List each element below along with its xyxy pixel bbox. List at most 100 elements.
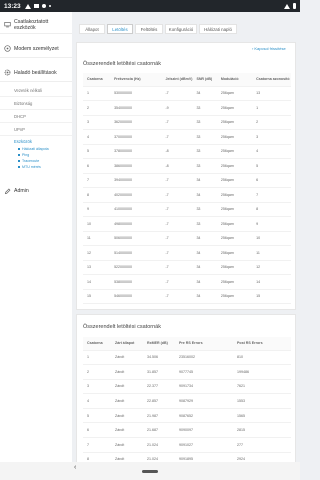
table-cell: 7 bbox=[83, 173, 111, 188]
column-header: Moduláció bbox=[216, 73, 253, 87]
tab-configuration[interactable]: Konfiguráció bbox=[165, 24, 197, 34]
table-cell: Zárolt bbox=[111, 408, 143, 424]
table-cell: 11 bbox=[83, 231, 111, 246]
table-row: 1 530000000 -7 34 256qam 13 bbox=[83, 86, 291, 101]
pencil-icon bbox=[4, 188, 11, 195]
column-header: Pre RS Errors bbox=[175, 337, 233, 351]
table-cell: 6 bbox=[252, 173, 291, 188]
sidebar-sub-wireless[interactable]: Vezeték nélküli bbox=[0, 84, 72, 97]
table-cell: 256qam bbox=[216, 202, 253, 217]
table-cell: 22.377 bbox=[143, 379, 175, 395]
sidebar-item-modem[interactable]: Modem személyzet bbox=[0, 40, 72, 58]
table-cell: 498000000 bbox=[110, 216, 162, 232]
tab-upstream[interactable]: Feltöltés bbox=[135, 24, 163, 34]
table-cell: 256qam bbox=[216, 260, 253, 275]
table-cell: 256qam bbox=[216, 216, 253, 232]
table-cell: 12 bbox=[252, 260, 291, 275]
table-cell: -7 bbox=[161, 231, 193, 246]
home-pill[interactable] bbox=[142, 469, 158, 473]
sidebar-sub-upnp[interactable]: UPnP bbox=[0, 123, 72, 136]
notification-icon bbox=[24, 3, 31, 9]
battery-icon bbox=[293, 3, 296, 9]
tab-status[interactable]: Állapot bbox=[79, 24, 105, 34]
modem-icon bbox=[4, 45, 11, 52]
table-cell: 7 bbox=[252, 187, 291, 203]
table-row: 3 Zárolt 22.377 9091734 7621 bbox=[83, 379, 291, 395]
sidebar-sub-tools[interactable]: Eszközök bbox=[0, 136, 72, 146]
table-cell: -7 bbox=[161, 86, 193, 101]
table-row: 15 546000000 -7 34 256qam 15 bbox=[83, 289, 291, 304]
downstream-panel: › Kapcsol frissítése Összerendelt letölt… bbox=[76, 42, 296, 310]
tab-network-log[interactable]: Hálózati napló bbox=[199, 24, 237, 34]
table-cell: 354000000 bbox=[110, 100, 162, 116]
table-cell: -7 bbox=[161, 289, 193, 304]
downstream-table: Csatorna Frekvencia (Hz) Jelszint (dBmV) SN… bbox=[83, 73, 291, 304]
bullet-icon bbox=[18, 154, 20, 156]
table-cell: 1553 bbox=[233, 393, 291, 409]
table-cell: 530000000 bbox=[110, 86, 162, 101]
sidebar-tool-label: Traceroute bbox=[22, 159, 40, 163]
table-cell: -7 bbox=[161, 115, 193, 130]
table-cell: 9090097 bbox=[175, 422, 233, 439]
android-nav-bar: ‹ bbox=[0, 462, 300, 480]
refresh-link-label: Kapcsol frissítése bbox=[254, 46, 286, 51]
table-cell: 4 bbox=[83, 393, 111, 409]
table-row: 12 514000000 -7 34 256qam 11 bbox=[83, 245, 291, 261]
table-cell: 256qam bbox=[216, 245, 253, 261]
main-content: Állapot Letöltés Feltöltés Konfiguráció … bbox=[73, 12, 300, 480]
table-row: 6 386000000 -8 33 256qam 5 bbox=[83, 158, 291, 174]
table-cell: -7 bbox=[161, 187, 193, 203]
table-cell: 31.857 bbox=[143, 364, 175, 380]
table-cell: 9087652 bbox=[175, 408, 233, 424]
back-icon[interactable]: ‹ bbox=[74, 464, 76, 471]
table-cell: 12 bbox=[83, 245, 111, 261]
table-cell: 34 bbox=[192, 86, 217, 101]
table-cell: 34 bbox=[192, 231, 217, 246]
table-cell: 33 bbox=[192, 216, 217, 232]
sidebar: Csatlakoztatott eszközök Modem személyze… bbox=[0, 12, 72, 462]
table-cell: 1565 bbox=[233, 408, 291, 424]
table-cell: 7 bbox=[83, 437, 111, 453]
table-cell: Zárolt bbox=[111, 350, 143, 366]
table-cell: -7 bbox=[161, 274, 193, 290]
table-cell: Zárolt bbox=[111, 437, 143, 453]
table-row: 8 402000000 -7 34 256qam 7 bbox=[83, 187, 291, 203]
sidebar-item-advanced[interactable]: Haladó beállítások bbox=[0, 64, 72, 82]
table-cell: 23516002 bbox=[175, 350, 233, 366]
table-cell: 14 bbox=[252, 274, 291, 290]
table-row: 6 Zárolt 21.687 9090097 2815 bbox=[83, 422, 291, 439]
table-cell: 370000000 bbox=[110, 129, 162, 145]
table-cell: 410000000 bbox=[110, 202, 162, 217]
column-header: RxMER (dB) bbox=[143, 337, 175, 351]
table-cell: 3 bbox=[252, 129, 291, 145]
table-cell: 378000000 bbox=[110, 144, 162, 159]
table-header-row: Csatorna Zárt állapot RxMER (dB) Pre RS Err… bbox=[83, 337, 291, 351]
table-cell: 33 bbox=[192, 129, 217, 145]
table-cell: 394000000 bbox=[110, 173, 162, 188]
table-cell: -7 bbox=[161, 245, 193, 261]
sidebar-item-admin[interactable]: Admin bbox=[0, 182, 72, 200]
sidebar-item-connected-devices[interactable]: Csatlakoztatott eszközök bbox=[0, 16, 72, 34]
table-row: 1 Zárolt 34.506 23516002 810 bbox=[83, 350, 291, 366]
column-header: Csatorna bbox=[83, 337, 111, 351]
table-cell: 14 bbox=[83, 274, 111, 290]
table-cell: 4 bbox=[83, 129, 111, 145]
table-cell: 538000000 bbox=[110, 274, 162, 290]
table-cell: 256qam bbox=[216, 100, 253, 116]
sidebar-item-label: Haladó beállítások bbox=[14, 69, 57, 76]
table-cell: 33 bbox=[192, 115, 217, 130]
table-cell: 2815 bbox=[233, 422, 291, 439]
column-header: Csatorna bbox=[83, 73, 111, 87]
sidebar-sub-security[interactable]: Biztonság bbox=[0, 97, 72, 110]
tab-downstream[interactable]: Letöltés bbox=[107, 24, 133, 34]
table-cell: 256qam bbox=[216, 158, 253, 174]
table-cell: Zárolt bbox=[111, 379, 143, 395]
mail-icon bbox=[33, 4, 39, 8]
table-cell: 256qam bbox=[216, 144, 253, 159]
table-cell: 34 bbox=[192, 260, 217, 275]
sidebar-sub-dhcp[interactable]: DHCP bbox=[0, 110, 72, 123]
refresh-link[interactable]: › Kapcsol frissítése bbox=[252, 46, 286, 51]
table-cell: -7 bbox=[161, 173, 193, 188]
table-cell: 34 bbox=[192, 245, 217, 261]
table-cell: 4 bbox=[252, 144, 291, 159]
